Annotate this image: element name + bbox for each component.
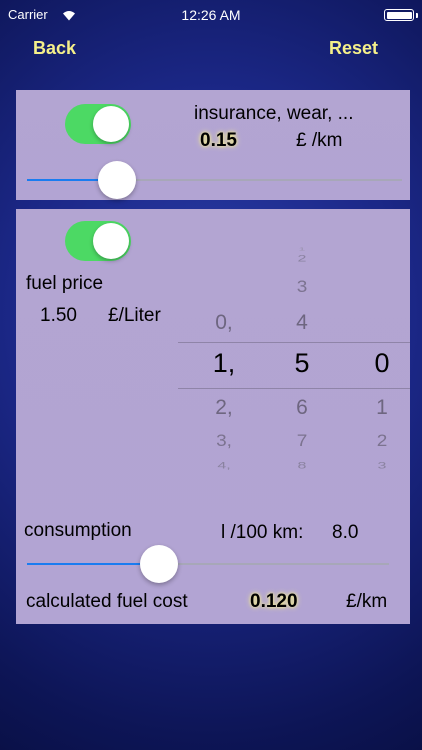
fuel-price-unit: £/Liter	[108, 305, 161, 326]
back-button[interactable]: Back	[33, 38, 76, 59]
reset-button[interactable]: Reset	[329, 38, 378, 59]
consumption-slider[interactable]	[27, 544, 389, 584]
picker-value: 1	[298, 246, 306, 252]
slider-thumb[interactable]	[140, 545, 179, 583]
fuel-cost-unit: £/km	[346, 591, 388, 612]
other-costs-slider[interactable]	[27, 160, 402, 200]
other-costs-panel: insurance, wear, ... 0.15 £ /km	[16, 90, 410, 200]
fuel-price-label: fuel price	[26, 273, 104, 294]
consumption-unit-label: l /100 km:	[221, 522, 304, 543]
other-costs-toggle[interactable]	[65, 104, 131, 144]
other-costs-label: insurance, wear, ...	[194, 103, 354, 124]
picker-value: 3,	[216, 432, 232, 451]
consumption-label: consumption	[24, 520, 132, 541]
slider-empty-track	[159, 563, 389, 565]
picker-bottom-separator	[178, 388, 410, 389]
picker-value: 3	[377, 460, 387, 471]
slider-empty-track	[116, 179, 402, 181]
picker-value: 3	[296, 278, 308, 297]
toggle-knob	[93, 106, 129, 142]
toggle-knob	[93, 223, 129, 259]
fuel-panel: fuel price 1.50 £/Liter 0, 1, 2, 3, 4, 1…	[16, 209, 410, 624]
picker-value: 6	[296, 396, 308, 419]
picker-value: 2,	[215, 396, 233, 419]
fuel-cost-value: 0.120	[250, 591, 298, 612]
other-costs-value: 0.15	[200, 130, 237, 151]
picker-value: 0,	[215, 311, 233, 334]
picker-selected-value: 0	[374, 348, 390, 378]
picker-value: 4,	[217, 460, 231, 471]
picker-selected-value: 1,	[212, 348, 236, 378]
battery-icon	[384, 9, 418, 21]
picker-value: 1	[376, 396, 388, 419]
fuel-toggle[interactable]	[65, 221, 131, 261]
picker-value: 2	[297, 253, 307, 264]
picker-value: 4	[296, 311, 308, 334]
other-costs-unit: £ /km	[296, 130, 343, 151]
fuel-price-value: 1.50	[40, 305, 77, 326]
status-bar: Carrier 12:26 AM	[0, 0, 422, 30]
fuel-price-picker[interactable]: 0, 1, 2, 3, 4, 1 2 3 4 5 6 7 8 0 1 2 3	[178, 242, 410, 490]
picker-value: 7	[296, 432, 308, 451]
fuel-cost-label: calculated fuel cost	[26, 591, 188, 612]
consumption-value: 8.0	[332, 522, 359, 543]
picker-selected-value: 5	[294, 348, 310, 378]
status-time: 12:26 AM	[181, 7, 241, 23]
picker-top-separator	[178, 342, 410, 343]
slider-thumb[interactable]	[97, 161, 136, 199]
picker-value: 2	[376, 432, 388, 451]
picker-value: 8	[297, 460, 307, 471]
